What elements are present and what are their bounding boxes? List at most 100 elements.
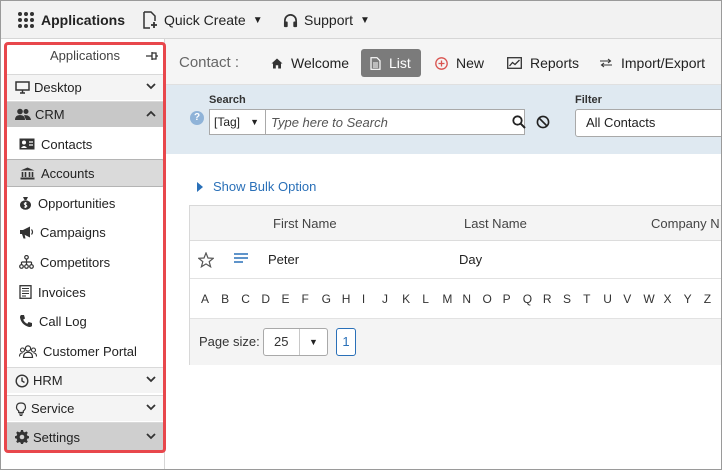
tag-value: [Tag]: [214, 115, 241, 129]
sidebar-section-hrm[interactable]: HRM: [6, 367, 164, 393]
alphabet-letter[interactable]: D: [261, 292, 281, 306]
alphabet-letter[interactable]: X: [664, 292, 684, 306]
contact-card-icon: [19, 138, 35, 150]
chevron-down-icon: [146, 376, 156, 383]
alphabet-letter[interactable]: M: [442, 292, 462, 306]
sidebar-section-service[interactable]: Service: [6, 395, 164, 421]
applications-menu[interactable]: Applications: [17, 1, 125, 39]
chevron-down-icon: [146, 433, 156, 440]
grid-header: First Name Last Name Company N: [190, 206, 721, 241]
hierarchy-icon: [19, 255, 34, 269]
chevron-down-icon: ▼: [250, 117, 259, 127]
page-number-button[interactable]: 1: [336, 328, 356, 356]
alphabet-letter[interactable]: K: [402, 292, 422, 306]
top-bar: Applications Quick Create ▼ Support ▼: [1, 1, 721, 39]
alphabet-letter[interactable]: W: [643, 292, 663, 306]
search-panel: ? Search [Tag] ▼ Filter All Contacts: [165, 85, 721, 154]
star-icon[interactable]: [198, 252, 214, 268]
pin-icon[interactable]: [146, 51, 158, 61]
column-header-last-name[interactable]: Last Name: [464, 206, 527, 241]
search-input[interactable]: [266, 110, 486, 134]
show-bulk-option-link[interactable]: Show Bulk Option: [197, 179, 316, 194]
alphabet-letter[interactable]: U: [603, 292, 623, 306]
sidebar-item-customer-portal[interactable]: Customer Portal: [6, 337, 164, 365]
welcome-button[interactable]: Welcome: [265, 49, 355, 77]
sidebar-item-competitors[interactable]: Competitors: [6, 248, 164, 276]
tag-dropdown[interactable]: [Tag] ▼: [209, 109, 265, 135]
sidebar-item-invoices[interactable]: Invoices: [6, 278, 164, 306]
sidebar-item-label: Contacts: [41, 136, 93, 152]
sidebar-section-desktop[interactable]: Desktop: [6, 74, 164, 100]
chevron-down-icon: [146, 404, 156, 411]
alphabet-letter[interactable]: O: [483, 292, 503, 306]
alphabet-letter[interactable]: P: [503, 292, 523, 306]
alphabet-letter[interactable]: Y: [684, 292, 704, 306]
add-document-icon: [143, 11, 157, 29]
help-icon[interactable]: ?: [190, 111, 204, 125]
alphabet-letter[interactable]: T: [583, 292, 603, 306]
list-label: List: [389, 55, 411, 71]
alphabet-letter[interactable]: V: [623, 292, 643, 306]
import-export-button[interactable]: Import/Export: [593, 49, 711, 77]
sidebar-item-label: Accounts: [41, 165, 95, 181]
clear-icon[interactable]: [536, 115, 550, 129]
chevron-down-icon[interactable]: ▼: [299, 329, 327, 355]
alphabet-letter[interactable]: B: [221, 292, 241, 306]
detail-lines-icon[interactable]: [233, 252, 249, 266]
chevron-up-icon: [146, 110, 156, 117]
users-icon: [19, 344, 37, 358]
quick-create-label: Quick Create: [164, 12, 246, 28]
sidebar-section-crm[interactable]: CRM: [6, 101, 164, 127]
alphabet-letter[interactable]: J: [382, 292, 402, 306]
module-toolbar: Contact : Welcome List New Reports Impor…: [165, 39, 721, 85]
alphabet-letter[interactable]: Z: [704, 292, 721, 306]
table-row[interactable]: Peter Day: [190, 241, 721, 279]
alphabet-letter[interactable]: L: [422, 292, 442, 306]
new-button[interactable]: New: [429, 49, 490, 77]
column-header-company-name[interactable]: Company N: [651, 206, 720, 241]
sidebar-item-accounts[interactable]: Accounts: [6, 159, 164, 187]
sidebar-item-label: Invoices: [38, 284, 86, 300]
cell-first-name[interactable]: Peter: [268, 241, 299, 279]
filter-dropdown[interactable]: All Contacts: [575, 109, 721, 137]
invoice-icon: [19, 285, 32, 299]
sidebar-section-settings[interactable]: Settings: [6, 422, 164, 451]
sidebar-item-campaigns[interactable]: Campaigns: [6, 218, 164, 246]
clock-icon: [15, 373, 29, 388]
contacts-grid: First Name Last Name Company N Peter Day…: [189, 205, 721, 365]
caret-right-icon: [197, 181, 203, 192]
chevron-down-icon: ▼: [252, 14, 263, 26]
cell-last-name: Day: [459, 252, 483, 267]
chevron-down-icon: [146, 83, 156, 90]
sidebar-item-opportunities[interactable]: Opportunities: [6, 189, 164, 217]
alphabet-letter[interactable]: Q: [523, 292, 543, 306]
grid-icon: [18, 12, 34, 28]
alphabet-letter[interactable]: E: [281, 292, 301, 306]
alphabet-letter[interactable]: F: [302, 292, 322, 306]
quick-create-menu[interactable]: Quick Create ▼: [142, 1, 263, 39]
alphabet-letter[interactable]: N: [462, 292, 482, 306]
column-header-first-name[interactable]: First Name: [273, 206, 337, 241]
list-button[interactable]: List: [361, 49, 421, 77]
search-icon[interactable]: [512, 115, 526, 129]
support-menu[interactable]: Support ▼: [283, 1, 370, 39]
alphabet-letter[interactable]: S: [563, 292, 583, 306]
alphabet-letter[interactable]: G: [322, 292, 342, 306]
section-label: Service: [31, 401, 75, 416]
lightbulb-icon: [15, 401, 27, 416]
alphabet-letter[interactable]: I: [362, 292, 382, 306]
alphabet-letter[interactable]: H: [342, 292, 362, 306]
applications-label: Applications: [41, 12, 126, 28]
page-size-select[interactable]: 25 ▼: [263, 328, 328, 356]
sidebar-item-contacts[interactable]: Contacts: [6, 130, 164, 158]
reports-button[interactable]: Reports: [501, 49, 585, 77]
sidebar-header-label: Applications: [49, 48, 121, 63]
alphabet-letter[interactable]: A: [201, 292, 221, 306]
alphabet-letter[interactable]: R: [543, 292, 563, 306]
headset-icon: [283, 13, 298, 27]
money-bag-icon: [20, 197, 31, 210]
sidebar-item-call-log[interactable]: Call Log: [6, 307, 164, 335]
section-label: Desktop: [34, 80, 82, 95]
alphabet-letter[interactable]: C: [241, 292, 261, 306]
alphabet-filter: ABCDEFGHIJKLMNOPQRSTUVWXYZ: [190, 279, 721, 319]
